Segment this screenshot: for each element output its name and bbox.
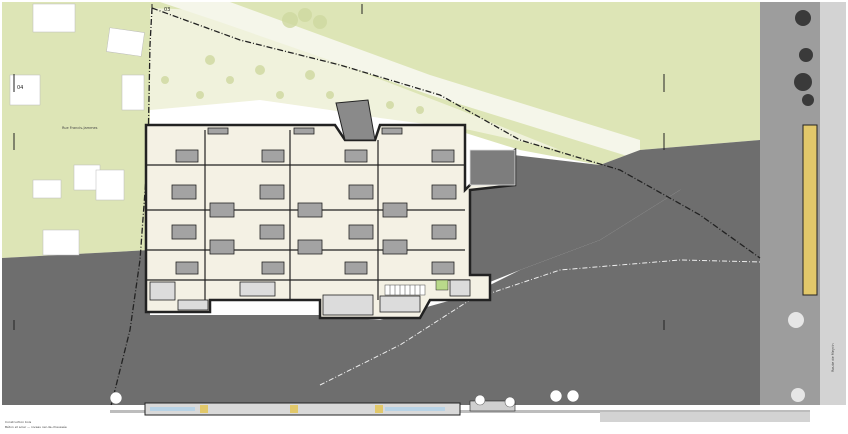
room [344, 261, 368, 275]
tree-icon [109, 391, 123, 405]
tree-icon [386, 101, 394, 109]
room [382, 202, 408, 218]
room [431, 184, 457, 200]
tree-icon [205, 55, 215, 65]
tree-icon [549, 389, 563, 403]
tree-icon [799, 48, 813, 62]
tree-icon [298, 8, 312, 22]
tree-icon [802, 94, 814, 106]
section-yellow-1 [200, 405, 208, 413]
room [209, 239, 235, 255]
legend-line-2: Béton et acier — niveau rez-de-chaussée [5, 425, 67, 429]
street-label-right: Route de Meyrin [831, 343, 835, 372]
section-glazing [385, 407, 445, 411]
room [209, 202, 235, 218]
tree-icon [282, 12, 298, 28]
tree-icon [788, 312, 804, 328]
tree-icon [276, 91, 284, 99]
room [149, 281, 176, 301]
tree-icon [255, 65, 265, 75]
room [322, 294, 374, 316]
section-glazing [150, 407, 195, 411]
room [239, 281, 276, 297]
house [32, 3, 76, 33]
room [177, 299, 209, 311]
outdoor-court [469, 149, 516, 186]
tree-icon [795, 10, 811, 26]
tree-icon [566, 389, 580, 403]
room [431, 149, 455, 163]
street-label-left: Rue Francis-Jammes [62, 126, 98, 130]
tree-icon [226, 76, 234, 84]
site-plan-drawing: 03 04 Rue Francis-Jammes Rue de la Prair… [0, 0, 848, 434]
room [431, 224, 457, 240]
room [348, 224, 374, 240]
street-sidewalk-bottom [600, 412, 810, 422]
room [382, 239, 408, 255]
house [106, 27, 145, 57]
tree-icon [794, 73, 812, 91]
room [259, 184, 285, 200]
green-room [435, 279, 449, 291]
legend-line-1: Construction bois [5, 420, 32, 424]
tree-icon [791, 388, 805, 402]
tree-icon [313, 15, 327, 29]
room [297, 239, 323, 255]
section-yellow-3 [375, 405, 383, 413]
tree-icon [326, 91, 334, 99]
tree-icon [504, 396, 516, 408]
house [42, 229, 80, 256]
tree-icon [474, 394, 486, 406]
facade-elevation-right [802, 124, 818, 296]
room [261, 149, 285, 163]
room [431, 261, 455, 275]
tree-icon [196, 91, 204, 99]
room [259, 224, 285, 240]
room [175, 149, 199, 163]
tree-icon [416, 106, 424, 114]
section-tag-top: 03 [164, 7, 170, 13]
room [381, 127, 403, 135]
tree-icon [305, 70, 315, 80]
house [121, 74, 145, 111]
room [261, 261, 285, 275]
house [95, 169, 125, 201]
room [293, 127, 315, 135]
room [175, 261, 199, 275]
staircase [384, 284, 426, 296]
room [171, 224, 197, 240]
room [379, 295, 421, 313]
room [449, 279, 471, 297]
tree-icon [161, 76, 169, 84]
room [207, 127, 229, 135]
room [171, 184, 197, 200]
room [297, 202, 323, 218]
section-tag-left: 04 [17, 85, 23, 91]
room [348, 184, 374, 200]
house [32, 179, 62, 199]
room [344, 149, 368, 163]
section-yellow-2 [290, 405, 298, 413]
